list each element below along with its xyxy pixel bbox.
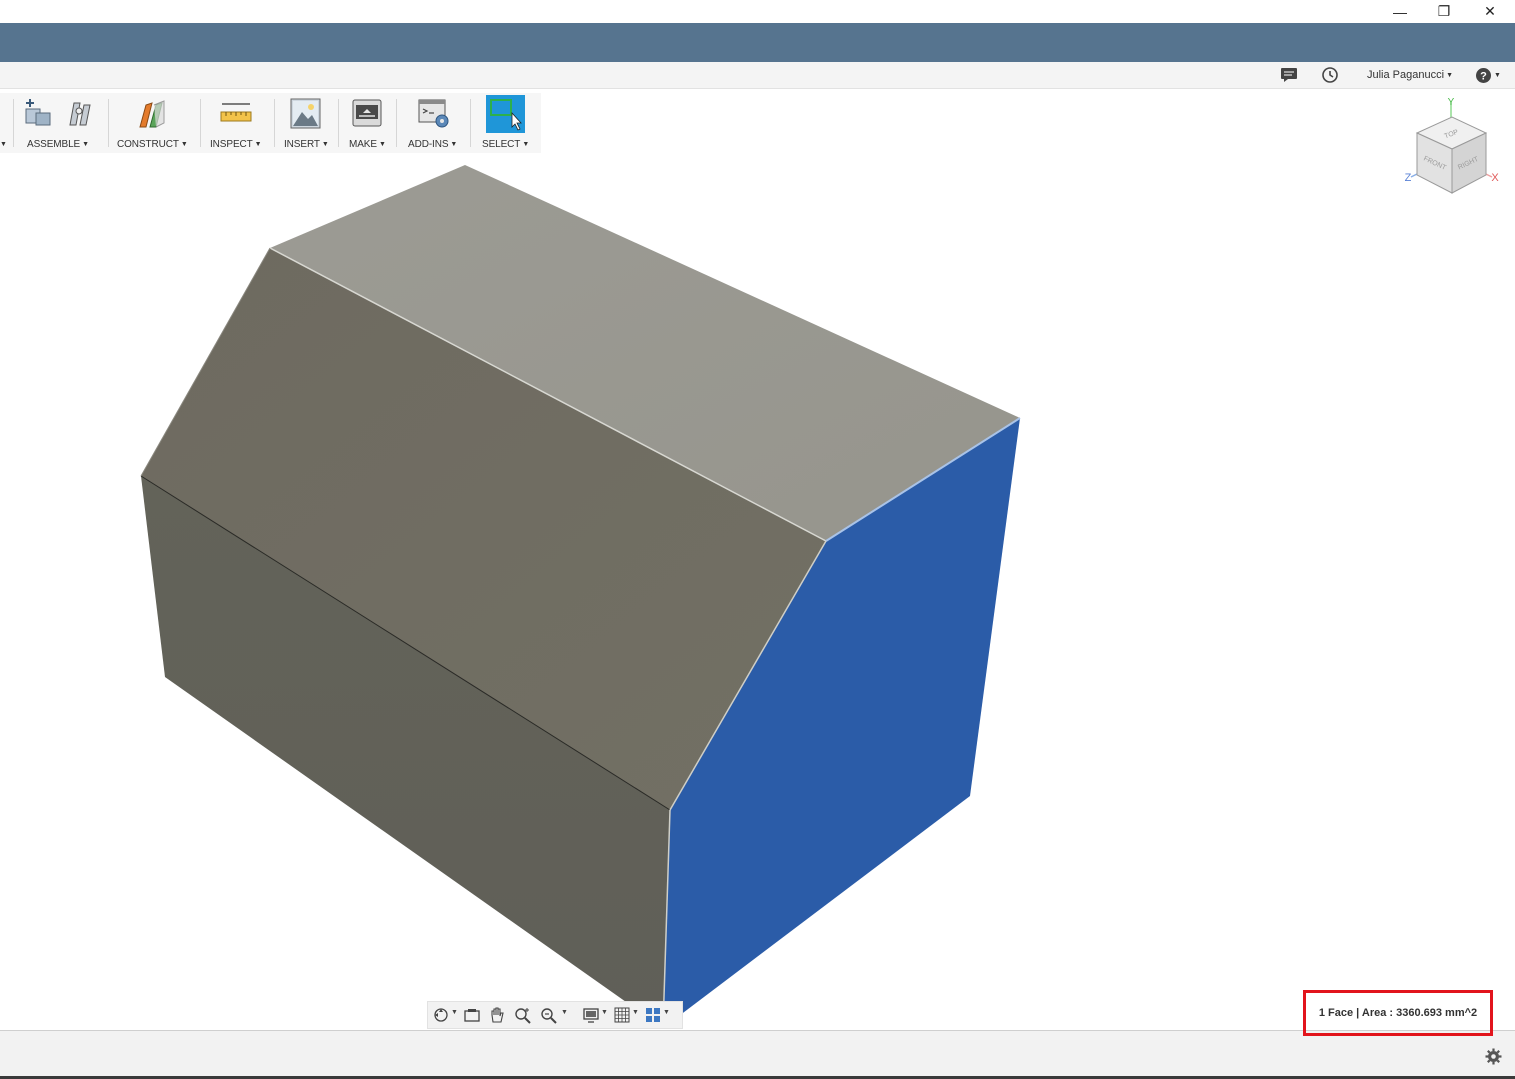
- toolbar-label-inspect: INSPECT ▼: [210, 139, 262, 150]
- restore-button[interactable]: ❐: [1421, 0, 1467, 23]
- 3d-print-icon: [352, 99, 382, 127]
- zoom-window-icon[interactable]: [540, 1006, 558, 1024]
- pan-hand-icon[interactable]: [488, 1006, 506, 1024]
- chevron-down-icon[interactable]: ▼: [561, 1009, 568, 1016]
- insert-image-icon: [290, 98, 321, 129]
- job-status-icon[interactable]: [1321, 65, 1339, 85]
- close-button[interactable]: ✕: [1467, 0, 1513, 23]
- toolbar-label-construct: CONSTRUCT ▼: [117, 139, 188, 150]
- svg-text:?: ?: [1480, 70, 1487, 82]
- toolbar-group-make[interactable]: MAKE ▼: [339, 93, 395, 153]
- user-account-menu[interactable]: Julia Paganucci ▼: [1367, 65, 1453, 85]
- comment-icon[interactable]: [1280, 65, 1298, 85]
- toolbar-label-select: SELECT ▼: [482, 139, 530, 150]
- toolbar-group-insert[interactable]: INSERT ▼: [275, 93, 337, 153]
- chevron-down-icon: ▼: [1494, 71, 1501, 79]
- navigation-bar: ▼ ▼ ▼ ▼ ▼: [427, 1001, 683, 1029]
- display-settings-icon[interactable]: [582, 1006, 600, 1024]
- app-header-band: [0, 23, 1515, 62]
- grid-icon[interactable]: [613, 1006, 631, 1024]
- toolbar-label-insert: INSERT ▼: [284, 139, 329, 150]
- orbit-icon[interactable]: [432, 1006, 450, 1024]
- axis-x-label: X: [1491, 172, 1499, 184]
- minimize-button[interactable]: —: [1377, 0, 1423, 23]
- toolbar-label-add-ins: ADD-INS ▼: [408, 139, 458, 150]
- chevron-down-icon[interactable]: ▼: [451, 1009, 458, 1016]
- top-bar: Julia Paganucci ▼ ? ▼: [0, 62, 1515, 89]
- status-bar: [0, 1030, 1515, 1077]
- user-name: Julia Paganucci: [1367, 69, 1445, 81]
- toolbar-label-assemble: ASSEMBLE ▼: [27, 139, 89, 150]
- window-select-icon: [486, 95, 525, 133]
- toolbar-group-assemble[interactable]: ASSEMBLE ▼: [14, 93, 106, 153]
- canvas-viewport[interactable]: [0, 153, 1515, 1030]
- selection-measure-readout: 1 Face | Area : 3360.693 mm^2: [1303, 990, 1493, 1036]
- viewcube[interactable]: Y Z X TOP FRONT RIGHT: [1400, 95, 1505, 205]
- new-component-icon: [25, 99, 51, 126]
- chevron-down-icon[interactable]: ▼: [663, 1009, 670, 1016]
- toolbar-label-make: MAKE ▼: [349, 139, 386, 150]
- chevron-down-icon[interactable]: ▼: [632, 1009, 639, 1016]
- chevron-down-icon[interactable]: ▼: [601, 1009, 608, 1016]
- toolbar-group-add-ins[interactable]: ADD-INS ▼: [397, 93, 469, 153]
- offset-plane-icon: [139, 100, 165, 128]
- toolbar-group-construct[interactable]: CONSTRUCT ▼: [109, 93, 199, 153]
- toolbar-group-inspect[interactable]: INSPECT ▼: [201, 93, 273, 153]
- chevron-down-icon: ▼: [1446, 71, 1453, 79]
- viewports-icon[interactable]: [644, 1006, 662, 1024]
- ribbon-toolbar: ▼ ASSEMBLE ▼ CONSTRUCT ▼ INSPECT ▼ INSER…: [0, 93, 541, 153]
- axis-z-label: Z: [1405, 172, 1412, 184]
- scripts-addins-icon: [418, 99, 449, 128]
- help-icon[interactable]: ? ▼: [1475, 65, 1501, 85]
- measure-ruler-icon: [220, 103, 252, 122]
- joint-icon: [69, 102, 91, 126]
- look-at-icon[interactable]: [463, 1006, 481, 1024]
- truncated-group-caret[interactable]: ▼: [0, 139, 7, 150]
- measure-area-text: 1 Face | Area : 3360.693 mm^2: [1318, 1007, 1478, 1019]
- axis-y-label: Y: [1448, 97, 1455, 108]
- model-body[interactable]: [0, 153, 1515, 1030]
- gear-icon[interactable]: [1485, 1048, 1502, 1065]
- toolbar-group-select[interactable]: SELECT ▼: [471, 93, 539, 153]
- window-titlebar: — ❐ ✕: [0, 0, 1515, 23]
- zoom-icon[interactable]: [514, 1006, 532, 1024]
